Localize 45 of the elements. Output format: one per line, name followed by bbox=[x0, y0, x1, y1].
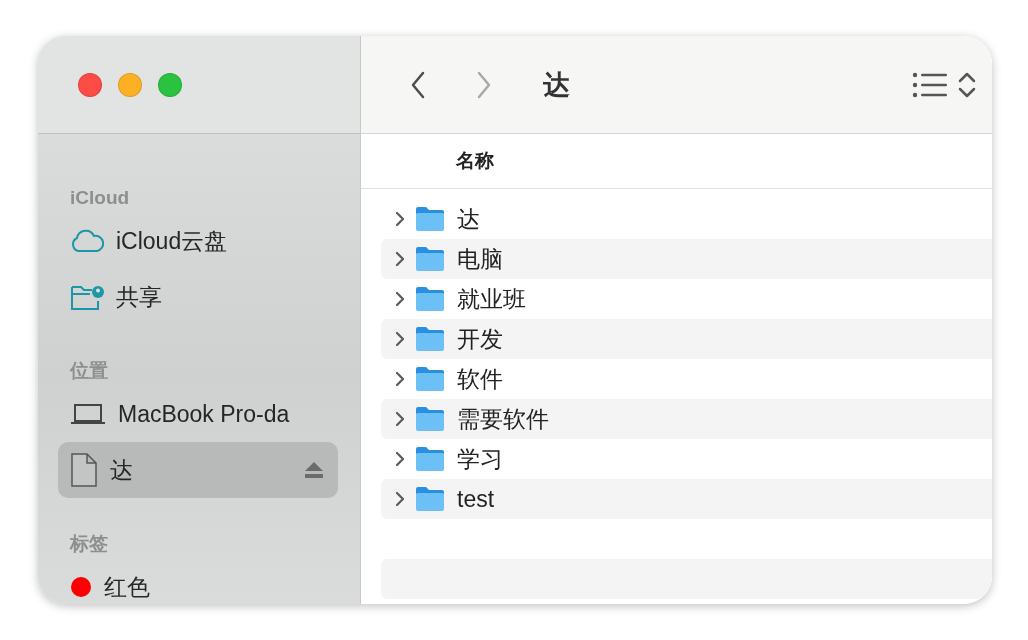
sidebar-heading: iCloud bbox=[70, 186, 130, 210]
folder-name: 软件 bbox=[457, 364, 503, 394]
folder-row[interactable]: test bbox=[381, 479, 992, 519]
close-button[interactable] bbox=[78, 72, 102, 97]
sidebar-heading: 标签 bbox=[70, 532, 108, 556]
window-title: 达 bbox=[543, 68, 571, 102]
sidebar-item-label: iCloud云盘 bbox=[116, 226, 229, 256]
sidebar-item[interactable]: iCloud云盘 bbox=[58, 213, 338, 269]
folder-row[interactable]: 达 bbox=[381, 199, 992, 239]
sidebar-item-label: 红色 bbox=[104, 572, 151, 602]
folder-row[interactable]: 电脑 bbox=[381, 239, 992, 279]
folder-icon bbox=[415, 326, 445, 352]
folder-row[interactable]: 开发 bbox=[381, 319, 992, 359]
document-icon bbox=[70, 452, 98, 488]
shared-folder-icon bbox=[70, 283, 104, 311]
folder-name: 学习 bbox=[457, 444, 503, 474]
cloud-icon bbox=[70, 229, 104, 253]
folder-icon bbox=[415, 366, 445, 392]
folder-name: 开发 bbox=[457, 324, 503, 354]
folder-icon bbox=[415, 486, 445, 512]
folder-icon bbox=[415, 246, 445, 272]
folder-row[interactable]: 软件 bbox=[381, 359, 992, 399]
folder-icon bbox=[415, 406, 445, 432]
sidebar-heading: 位置 bbox=[70, 359, 108, 383]
folder-icon bbox=[415, 286, 445, 312]
sidebar-item[interactable]: 共享 bbox=[58, 269, 338, 325]
folder-name: 需要软件 bbox=[457, 404, 549, 434]
column-header[interactable]: 名称 bbox=[456, 148, 494, 174]
folder-name: 电脑 bbox=[457, 244, 503, 274]
folder-name: 达 bbox=[457, 204, 480, 234]
sidebar-item-label: MacBook Pro-da bbox=[118, 400, 291, 428]
sidebar-item-label: 达 bbox=[110, 455, 134, 485]
folder-icon bbox=[415, 206, 445, 232]
sidebar-item[interactable]: 达 bbox=[58, 442, 338, 498]
laptop-icon bbox=[70, 402, 106, 426]
sidebar-item[interactable]: 红色 bbox=[58, 559, 338, 604]
folder-icon bbox=[415, 446, 445, 472]
eject-icon[interactable] bbox=[304, 461, 324, 479]
sidebar-item[interactable]: MacBook Pro-da bbox=[58, 386, 338, 442]
folder-name: test bbox=[457, 485, 495, 513]
folder-row[interactable]: 需要软件 bbox=[381, 399, 992, 439]
folder-row[interactable]: 学习 bbox=[381, 439, 992, 479]
folder-name: 就业班 bbox=[457, 284, 526, 314]
folder-row[interactable]: 就业班 bbox=[381, 279, 992, 319]
sidebar-item-label: 共享 bbox=[116, 282, 163, 312]
